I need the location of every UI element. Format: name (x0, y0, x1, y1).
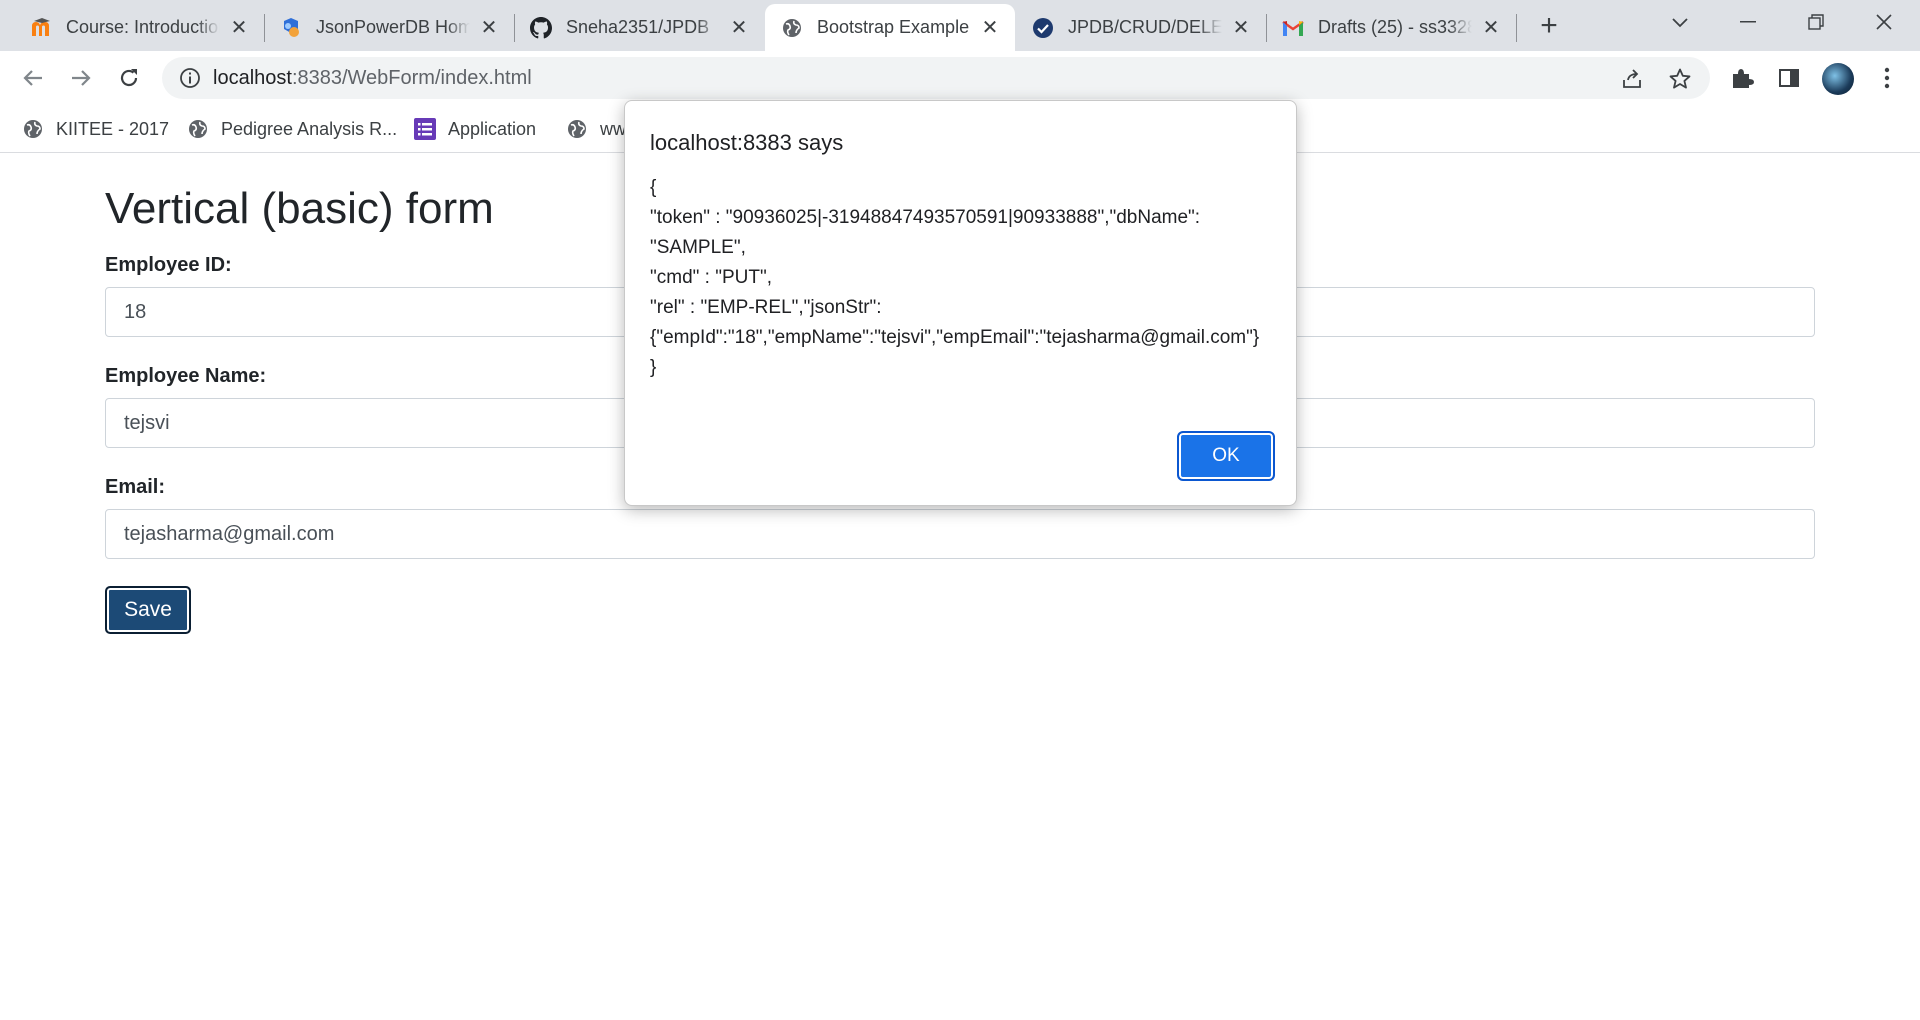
close-icon[interactable]: ✕ (728, 17, 750, 39)
close-icon[interactable]: ✕ (1480, 17, 1502, 39)
info-icon[interactable] (179, 67, 201, 94)
close-icon[interactable]: ✕ (979, 17, 1001, 39)
url-text[interactable]: localhost:8383/WebForm/index.html (213, 67, 532, 90)
check-circle-icon (1032, 17, 1054, 39)
globe-icon (187, 118, 209, 140)
tab-title: JPDB/CRUD/DELETE (1068, 17, 1222, 37)
globe-icon (781, 17, 803, 39)
more-menu-icon[interactable] (1870, 61, 1904, 95)
moodle-icon (30, 17, 52, 39)
bookmark-label: Pedigree Analysis R... (221, 118, 398, 139)
bookmark-label: KIITEE - 2017 (56, 118, 170, 139)
close-window-icon[interactable] (1856, 0, 1912, 44)
address-bar[interactable]: localhost:8383/WebForm/index.html (162, 57, 1710, 99)
dialog-message-line: "SAMPLE", (650, 237, 746, 258)
dialog-message-line: "token" : "90936025|-31948847493570591|9… (650, 207, 1201, 228)
bookmark-www[interactable]: ww (566, 115, 626, 143)
side-panel-icon[interactable] (1772, 61, 1806, 95)
tab-strip: Course: Introduction to ✕ JsonPowerDB Ho… (0, 0, 1920, 51)
page-title: Vertical (basic) form (105, 184, 494, 233)
bookmark-label: Application (448, 118, 537, 139)
close-icon[interactable]: ✕ (478, 17, 500, 39)
extensions-puzzle-icon[interactable] (1725, 61, 1759, 95)
dialog-title: localhost:8383 says (650, 130, 844, 155)
tab-gmail-drafts[interactable]: Drafts (25) - ss3328 ✕ (1266, 4, 1516, 51)
employee-name-label: Employee Name: (105, 365, 267, 387)
gmail-icon (1282, 17, 1304, 39)
close-icon[interactable]: ✕ (1230, 17, 1252, 39)
dialog-message-line: {"empId":"18","empName":"tejsvi","empEma… (650, 327, 1260, 348)
tab-bootstrap-example[interactable]: Bootstrap Example ✕ (765, 4, 1015, 51)
globe-icon (22, 118, 44, 140)
restore-icon[interactable] (1788, 0, 1844, 44)
close-icon[interactable]: ✕ (228, 17, 250, 39)
email-label: Email: (105, 476, 166, 498)
dialog-message-line: { (650, 177, 657, 198)
share-icon[interactable] (1618, 65, 1646, 93)
tab-title: JsonPowerDB Home (316, 17, 470, 37)
tab-jpdb-crud[interactable]: JPDB/CRUD/DELETE ✕ (1016, 4, 1266, 51)
dialog-message-line: "cmd" : "PUT", (650, 267, 772, 288)
back-arrow-icon[interactable] (14, 59, 52, 97)
star-icon[interactable] (1666, 65, 1694, 93)
forward-arrow-icon[interactable] (62, 59, 100, 97)
tab-search-chevron-down-icon[interactable] (1652, 0, 1708, 44)
list-icon (414, 118, 436, 140)
tab-jsonpowerdb[interactable]: JsonPowerDB Home ✕ (264, 4, 514, 51)
tab-title: Bootstrap Example (817, 17, 970, 37)
email-input[interactable] (105, 509, 1815, 559)
bookmark-kiitee[interactable]: KIITEE - 2017 (22, 115, 169, 143)
alert-dialog: localhost:8383 says { "token" : "9093602… (624, 100, 1297, 506)
tab-title: Course: Introduction to (66, 17, 220, 37)
dialog-message-line: "rel" : "EMP-REL","jsonStr": (650, 297, 882, 318)
employee-id-label: Employee ID: (105, 254, 232, 276)
ok-button[interactable]: OK (1177, 431, 1275, 481)
bookmark-application[interactable]: Application (414, 115, 536, 143)
tab-course[interactable]: Course: Introduction to ✕ (14, 4, 264, 51)
github-icon (530, 16, 552, 39)
minimize-icon[interactable] (1720, 0, 1776, 44)
dialog-message-line: } (650, 357, 657, 378)
tab-github[interactable]: Sneha2351/JPDB ✕ (514, 4, 764, 51)
bookmark-label: ww (600, 118, 626, 139)
url-host: localhost (213, 67, 292, 89)
bookmark-pedigree-analysis[interactable]: Pedigree Analysis R... (187, 115, 397, 143)
save-button[interactable]: Save (105, 586, 191, 634)
browser-toolbar: localhost:8383/WebForm/index.html (0, 51, 1920, 105)
jsonpowerdb-icon (280, 17, 302, 39)
reload-icon[interactable] (110, 59, 148, 97)
tab-title: Sneha2351/JPDB (566, 17, 710, 37)
globe-icon (566, 118, 588, 140)
url-path: :8383/WebForm/index.html (291, 67, 532, 89)
dialog-message: { "token" : "90936025|-31948847493570591… (650, 173, 1280, 383)
profile-avatar[interactable] (1822, 63, 1854, 95)
new-tab-button[interactable]: + (1533, 9, 1565, 42)
tab-title: Drafts (25) - ss3328 (1318, 17, 1472, 37)
tab-separator (1516, 14, 1517, 42)
